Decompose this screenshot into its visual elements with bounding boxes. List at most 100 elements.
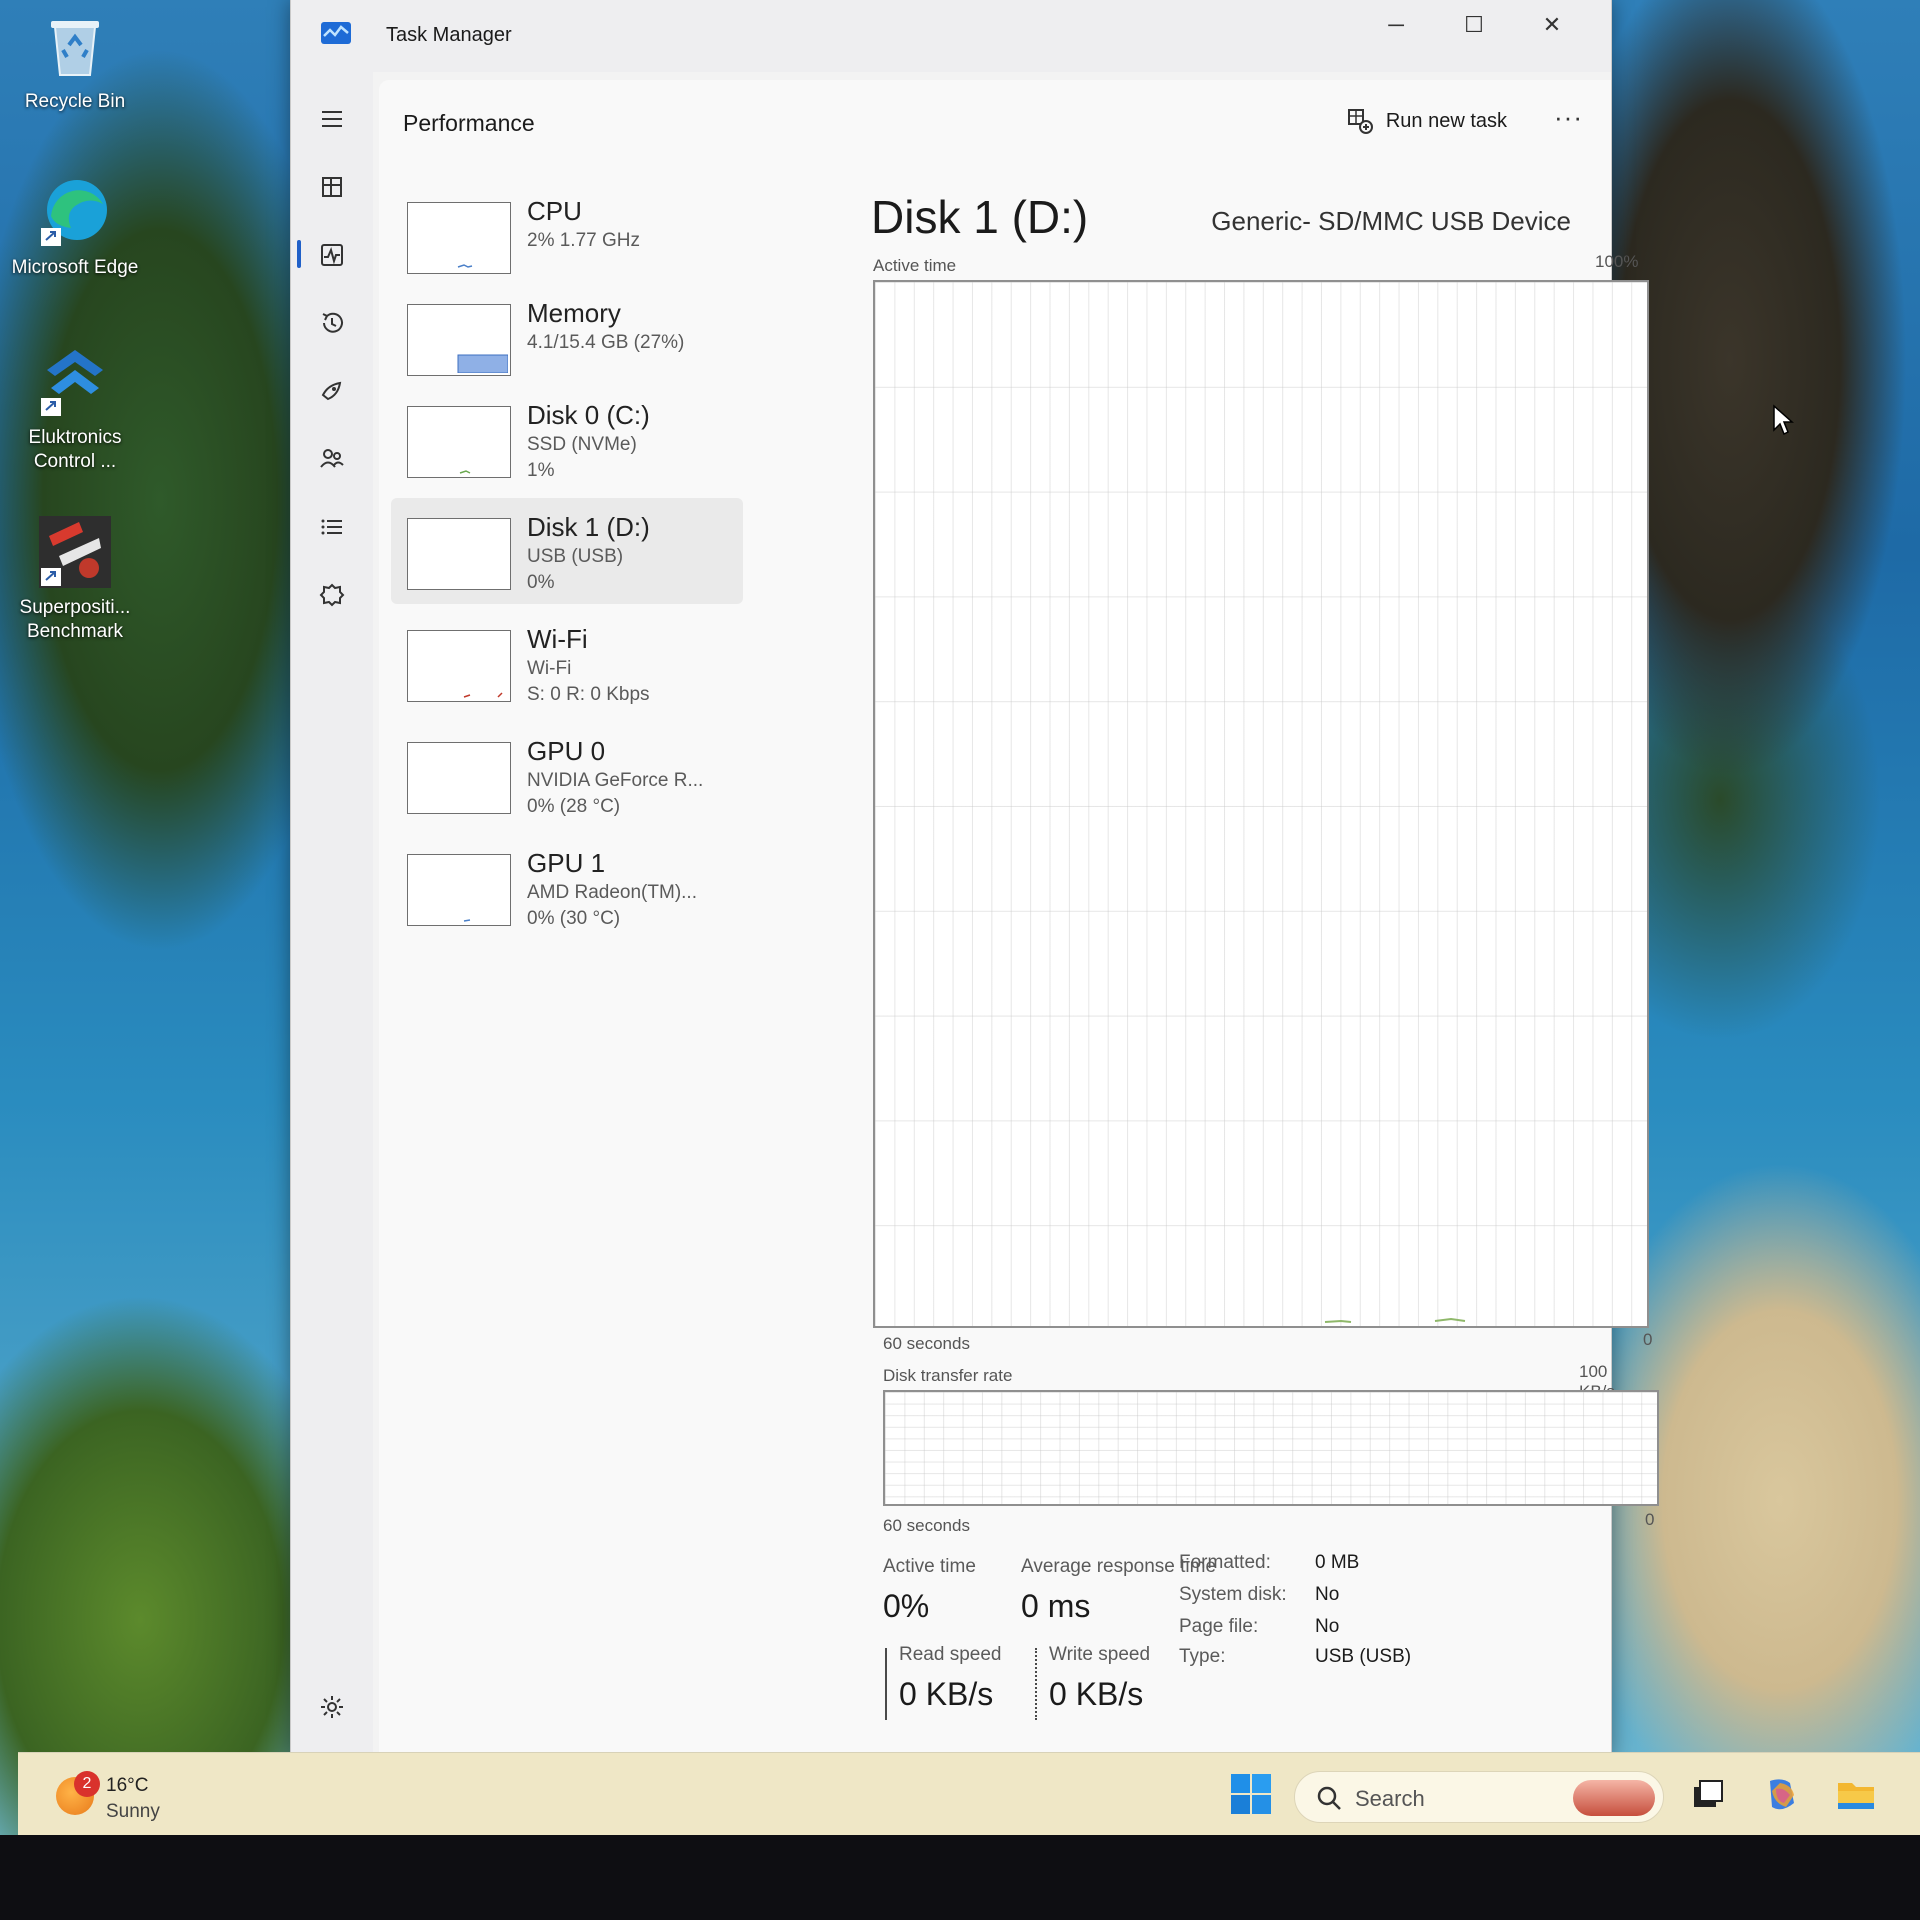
maximize-icon: ☐ — [1464, 12, 1484, 37]
transfer-rate-graph-x-label: 60 seconds — [883, 1516, 970, 1535]
device-item-memory[interactable]: Memory 4.1/15.4 GB (27%) — [391, 284, 743, 390]
device-item-disk-0[interactable]: Disk 0 (C:) SSD (NVMe) 1% — [391, 386, 743, 492]
type-value: USB (USB) — [1315, 1646, 1412, 1667]
weather-description: Sunny — [106, 1801, 160, 1822]
transfer-rate-graph — [883, 1390, 1659, 1506]
device-thumbnail-graph — [407, 406, 511, 478]
device-usage: S: 0 R: 0 Kbps — [527, 684, 650, 705]
transfer-rate-graph-label: Disk transfer rate — [883, 1366, 1013, 1385]
device-item-gpu-0[interactable]: GPU 0 NVIDIA GeForce R... 0% (28 °C) — [391, 722, 743, 828]
search-placeholder: Search — [1355, 1786, 1425, 1811]
desktop-icon-recycle-bin[interactable]: Recycle Bin — [10, 10, 140, 114]
desktop-icon-superposition[interactable]: Superpositi... Benchmark — [10, 516, 140, 644]
navigation-rail — [291, 72, 373, 1760]
device-detail: SSD (NVMe) — [527, 434, 637, 455]
copilot-icon — [1770, 1779, 1794, 1810]
task-view-button[interactable] — [1686, 1773, 1730, 1817]
read-speed-label: Read speed — [899, 1644, 1002, 1665]
performance-page: Performance Run new task ··· CPU 2% 1.77… — [379, 80, 1659, 1760]
page-title: Performance — [403, 110, 535, 136]
page-header: Performance Run new task ··· — [379, 80, 1611, 162]
device-detail: 4.1/15.4 GB (27%) — [527, 332, 685, 353]
copilot-button[interactable] — [1760, 1773, 1804, 1817]
active-time-stat-value: 0% — [883, 1588, 930, 1624]
device-usage: 1% — [527, 460, 555, 481]
device-thumbnail-graph — [407, 742, 511, 814]
device-thumbnail-graph — [407, 518, 511, 590]
active-time-stat-label: Active time — [883, 1556, 976, 1577]
desktop-icon-label: Superpositi... Benchmark — [19, 597, 131, 642]
device-item-cpu[interactable]: CPU 2% 1.77 GHz — [391, 182, 743, 288]
device-usage: 0% (30 °C) — [527, 908, 621, 929]
menu-icon — [322, 111, 342, 127]
detail-title: Disk 1 (D:) — [871, 191, 1089, 243]
more-options-button[interactable]: ··· — [1554, 102, 1583, 133]
device-item-wifi[interactable]: Wi-Fi Wi-Fi S: 0 R: 0 Kbps — [391, 610, 743, 716]
nav-services[interactable] — [307, 570, 357, 620]
taskbar-search-box[interactable]: Search — [1294, 1771, 1664, 1823]
transfer-rate-graph-min: 0 — [1645, 1510, 1655, 1529]
services-icon — [319, 583, 345, 607]
desktop-icon-eluktronics[interactable]: Eluktronics Control ... — [10, 346, 140, 474]
performance-icon — [321, 244, 343, 266]
device-thumbnail-graph — [407, 630, 511, 702]
eluktronics-icon — [39, 346, 111, 418]
superposition-icon — [39, 516, 111, 588]
active-time-graph-max: 100% — [1595, 252, 1639, 271]
type-label: Type: — [1179, 1646, 1226, 1667]
processes-icon — [322, 177, 342, 197]
desktop: Recycle Bin Microsoft Edge Eluktronics C… — [0, 0, 1920, 1835]
startup-icon — [321, 381, 342, 401]
start-button[interactable] — [1230, 1773, 1272, 1815]
desktop-icon-label: Microsoft Edge — [11, 257, 139, 278]
file-explorer-button[interactable] — [1834, 1773, 1878, 1817]
device-item-disk-1[interactable]: Disk 1 (D:) USB (USB) 0% — [391, 498, 743, 604]
device-name: Disk 0 (C:) — [527, 400, 650, 430]
title-bar[interactable]: Task Manager ─ ☐ ✕ — [291, 0, 1611, 72]
task-manager-window: Task Manager ─ ☐ ✕ Performance Run new t… — [290, 0, 1659, 1760]
avg-response-stat-value: 0 ms — [1021, 1588, 1091, 1624]
desktop-icon-edge[interactable]: Microsoft Edge — [10, 176, 140, 280]
device-name: GPU 1 — [527, 848, 606, 878]
maximize-button[interactable]: ☐ — [1435, 0, 1513, 50]
active-nav-indicator — [297, 240, 301, 268]
device-thumbnail-graph — [407, 854, 511, 926]
device-name: Memory — [527, 298, 621, 328]
read-speed-value: 0 KB/s — [899, 1676, 994, 1712]
active-time-graph-min: 0 — [1643, 1330, 1653, 1349]
settings-icon — [321, 1696, 343, 1718]
nav-users[interactable] — [307, 434, 357, 484]
device-detail: Wi-Fi — [527, 658, 572, 679]
history-icon — [322, 312, 343, 333]
page-file-value: No — [1315, 1616, 1340, 1637]
device-name: GPU 0 — [527, 736, 606, 766]
page-file-label: Page file: — [1179, 1616, 1259, 1637]
run-new-task-button[interactable]: Run new task — [1346, 102, 1507, 140]
details-icon — [321, 519, 342, 535]
system-disk-label: System disk: — [1179, 1584, 1287, 1605]
nav-details[interactable] — [307, 502, 357, 552]
task-view-icon — [1694, 1780, 1723, 1807]
windows-logo-icon — [1231, 1774, 1271, 1814]
device-item-gpu-1[interactable]: GPU 1 AMD Radeon(TM)... 0% (30 °C) — [391, 834, 743, 940]
taskbar: 2 16°C Sunny Search — [18, 1752, 1920, 1835]
task-manager-app-icon — [321, 20, 351, 46]
minimize-button[interactable]: ─ — [1357, 0, 1435, 50]
write-speed-value: 0 KB/s — [1049, 1676, 1144, 1712]
nav-startup-apps[interactable] — [307, 366, 357, 416]
nav-app-history[interactable] — [307, 298, 357, 348]
nav-hamburger-button[interactable] — [307, 94, 357, 144]
device-thumbnail-graph — [407, 304, 511, 376]
close-button[interactable]: ✕ — [1513, 0, 1591, 50]
device-detail: 2% 1.77 GHz — [527, 230, 640, 251]
nav-performance[interactable] — [307, 230, 357, 280]
desktop-icon-label: Eluktronics Control ... — [28, 427, 122, 472]
system-disk-value: No — [1315, 1584, 1340, 1605]
nav-processes[interactable] — [307, 162, 357, 212]
active-time-graph — [873, 280, 1649, 1328]
weather-temperature: 16°C — [106, 1775, 149, 1796]
search-highlight-image — [1573, 1780, 1655, 1816]
close-icon: ✕ — [1542, 12, 1562, 37]
device-detail: USB (USB) — [527, 546, 624, 567]
nav-settings[interactable] — [307, 1682, 357, 1732]
